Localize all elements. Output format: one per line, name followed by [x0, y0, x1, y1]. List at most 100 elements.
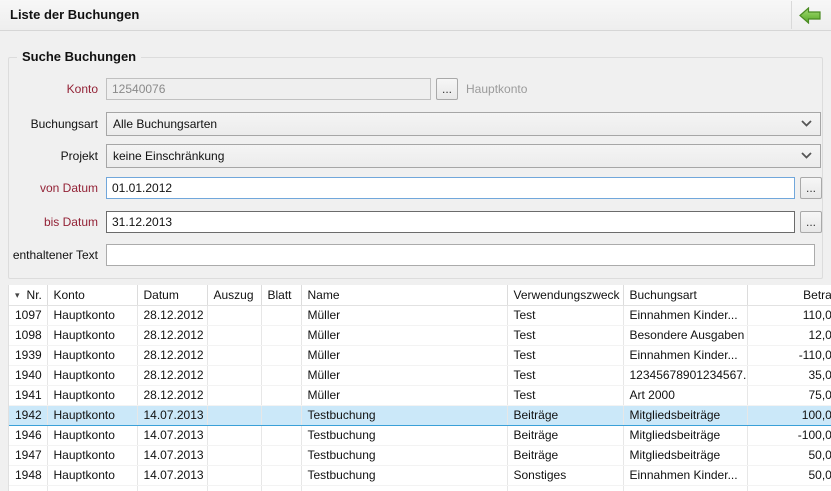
column-header-label: Blatt [268, 288, 292, 302]
empty-cell [301, 486, 507, 491]
von-datum-row: von Datum ... [9, 177, 822, 199]
cell-name: Müller [301, 326, 507, 346]
table-row[interactable]: 1947Hauptkonto14.07.2013TestbuchungBeitr… [9, 446, 831, 466]
cell-auszug [207, 466, 261, 486]
empty-cell [137, 486, 207, 491]
cell-betrag: 100,00 [747, 406, 831, 426]
table-row[interactable]: 1097Hauptkonto28.12.2012MüllerTestEinnah… [9, 306, 831, 326]
column-header-verwendungszweck[interactable]: Verwendungszweck [507, 285, 623, 306]
column-header-nr[interactable]: ▾Nr. [9, 285, 47, 306]
von-datum-picker-button[interactable]: ... [800, 177, 822, 199]
cell-nr: 1941 [9, 386, 47, 406]
cell-buchungsart: Mitgliedsbeiträge [623, 426, 747, 446]
cell-name: Testbuchung [301, 446, 507, 466]
cell-verwendungszweck: Test [507, 306, 623, 326]
cell-datum: 14.07.2013 [137, 426, 207, 446]
cell-datum: 14.07.2013 [137, 406, 207, 426]
back-button[interactable] [797, 4, 823, 26]
cell-auszug [207, 346, 261, 366]
column-header-konto[interactable]: Konto [47, 285, 137, 306]
empty-cell [47, 486, 137, 491]
green-arrow-left-icon [799, 7, 821, 24]
bis-datum-input[interactable] [106, 211, 795, 233]
title-bar: Liste der Buchungen [0, 0, 831, 31]
cell-blatt [261, 446, 301, 466]
cell-betrag: 50,00 [747, 446, 831, 466]
cell-betrag: 35,00 [747, 366, 831, 386]
cell-buchungsart: Besondere Ausgaben [623, 326, 747, 346]
cell-buchungsart: Mitgliedsbeiträge [623, 406, 747, 426]
search-group-title: Suche Buchungen [17, 49, 141, 64]
bis-datum-label: bis Datum [9, 215, 98, 229]
cell-buchungsart: Art 2000 [623, 386, 747, 406]
table-body: 1097Hauptkonto28.12.2012MüllerTestEinnah… [9, 306, 831, 491]
cell-auszug [207, 366, 261, 386]
cell-name: Müller [301, 306, 507, 326]
table-row[interactable]: 1946Hauptkonto14.07.2013TestbuchungBeitr… [9, 426, 831, 446]
table-row[interactable]: 1941Hauptkonto28.12.2012MüllerTestArt 20… [9, 386, 831, 406]
column-header-betrag[interactable]: Betrag [747, 285, 831, 306]
page-title: Liste der Buchungen [10, 0, 139, 30]
konto-browse-button[interactable]: ... [436, 78, 458, 100]
cell-buchungsart: Einnahmen Kinder... [623, 346, 747, 366]
cell-datum: 28.12.2012 [137, 346, 207, 366]
empty-cell [207, 486, 261, 491]
table-row[interactable]: 1098Hauptkonto28.12.2012MüllerTestBesond… [9, 326, 831, 346]
konto-suffix-label: Hauptkonto [466, 82, 527, 96]
cell-konto: Hauptkonto [47, 306, 137, 326]
table-row[interactable]: 1942Hauptkonto14.07.2013TestbuchungBeitr… [9, 406, 831, 426]
cell-nr: 1947 [9, 446, 47, 466]
table-row[interactable]: 1939Hauptkonto28.12.2012MüllerTestEinnah… [9, 346, 831, 366]
chevron-down-icon [801, 120, 812, 127]
cell-nr: 1940 [9, 366, 47, 386]
cell-konto: Hauptkonto [47, 346, 137, 366]
bis-datum-picker-button[interactable]: ... [800, 211, 822, 233]
cell-datum: 28.12.2012 [137, 386, 207, 406]
cell-name: Testbuchung [301, 466, 507, 486]
bookings-table: ▾Nr.Konto Datum Auszug Blatt Name Verwendungs… [8, 285, 831, 491]
table-header-row: ▾Nr.Konto Datum Auszug Blatt Name Verwendungs… [9, 285, 831, 306]
projekt-row: Projekt keine Einschränkung [9, 144, 822, 168]
cell-konto: Hauptkonto [47, 446, 137, 466]
empty-cell [747, 486, 831, 491]
empty-cell [261, 486, 301, 491]
cell-nr: 1097 [9, 306, 47, 326]
cell-buchungsart: Einnahmen Kinder... [623, 466, 747, 486]
cell-betrag: -100,00 [747, 426, 831, 446]
table-row[interactable]: 1948Hauptkonto14.07.2013TestbuchungSonst… [9, 466, 831, 486]
column-header-name[interactable]: Name [301, 285, 507, 306]
konto-label: Konto [9, 82, 98, 96]
cell-blatt [261, 346, 301, 366]
buchungsart-selected-value: Alle Buchungsarten [113, 117, 217, 131]
konto-input[interactable] [106, 78, 431, 100]
cell-nr: 1942 [9, 406, 47, 426]
cell-verwendungszweck: Beiträge [507, 426, 623, 446]
cell-konto: Hauptkonto [47, 466, 137, 486]
table-row[interactable]: 1940Hauptkonto28.12.2012MüllerTest123456… [9, 366, 831, 386]
column-header-auszug[interactable]: Auszug [207, 285, 261, 306]
von-datum-input[interactable] [106, 177, 795, 199]
cell-verwendungszweck: Test [507, 366, 623, 386]
cell-blatt [261, 386, 301, 406]
cell-nr: 1939 [9, 346, 47, 366]
cell-datum: 28.12.2012 [137, 306, 207, 326]
column-header-blatt[interactable]: Blatt [261, 285, 301, 306]
enthaltener-text-input[interactable] [106, 244, 815, 266]
column-header-label: Nr. [27, 288, 42, 302]
column-header-buchungsart[interactable]: Buchungsart [623, 285, 747, 306]
column-header-label: Verwendungszweck [514, 288, 620, 302]
cell-name: Müller [301, 386, 507, 406]
column-header-datum[interactable]: Datum [137, 285, 207, 306]
cell-blatt [261, 426, 301, 446]
cell-buchungsart: Mitgliedsbeiträge [623, 446, 747, 466]
buchungsart-select[interactable]: Alle Buchungsarten [106, 112, 821, 136]
cell-betrag: 75,00 [747, 386, 831, 406]
cell-verwendungszweck: Test [507, 326, 623, 346]
cell-auszug [207, 386, 261, 406]
projekt-select[interactable]: keine Einschränkung [106, 144, 821, 168]
column-header-label: Datum [144, 288, 179, 302]
von-datum-label: von Datum [9, 181, 98, 195]
column-header-label: Buchungsart [630, 288, 697, 302]
cell-konto: Hauptkonto [47, 386, 137, 406]
search-groupbox: Suche Buchungen Konto ... Hauptkonto Buc… [8, 57, 823, 279]
